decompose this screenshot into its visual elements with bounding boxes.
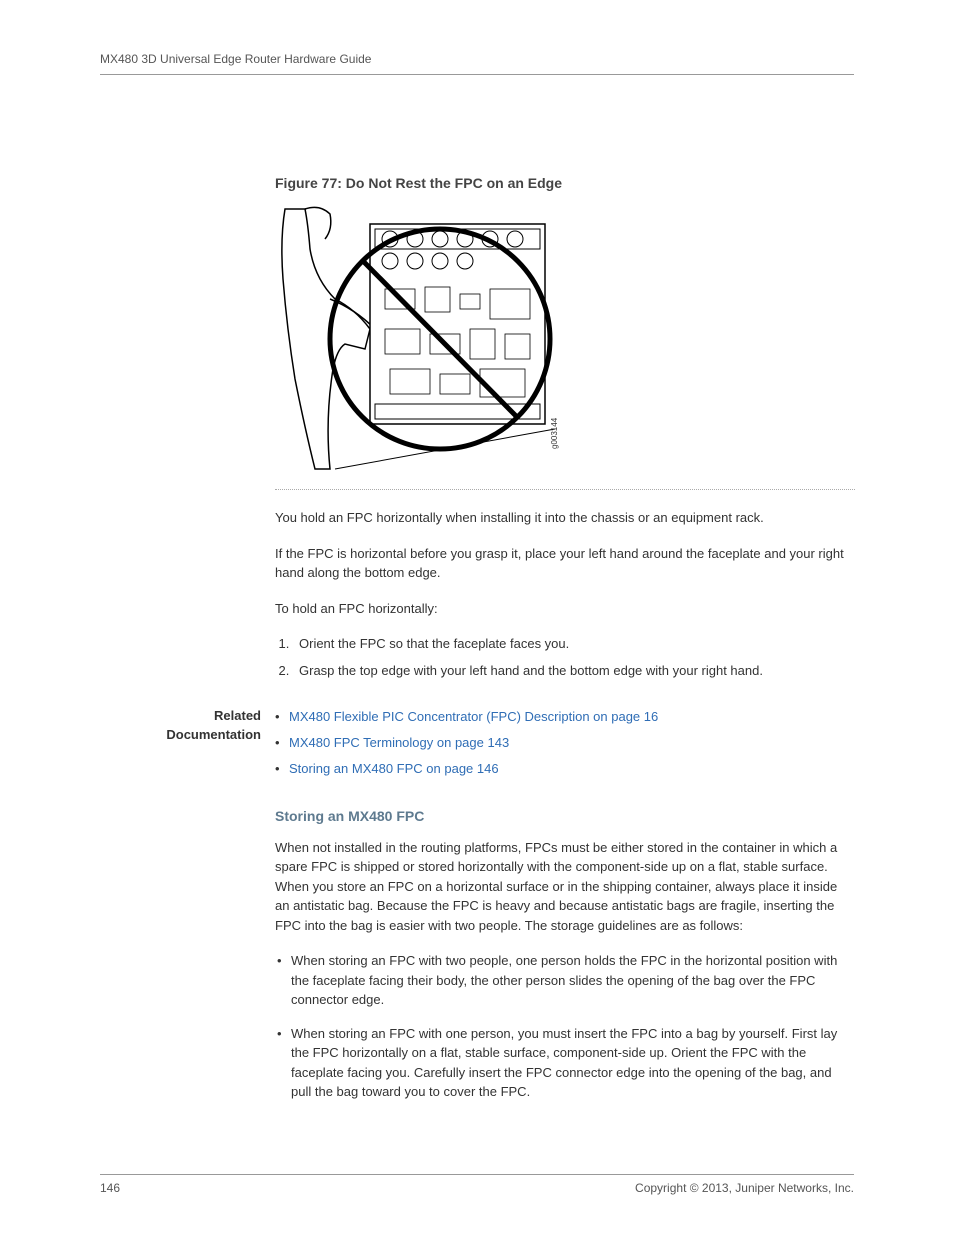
paragraph-3: To hold an FPC horizontally: [275,599,850,619]
related-item: MX480 FPC Terminology on page 143 [275,732,658,754]
step-item: Grasp the top edge with your left hand a… [293,661,854,682]
steps-list: Orient the FPC so that the faceplate fac… [275,634,854,682]
related-documentation: Related Documentation MX480 Flexible PIC… [275,706,854,784]
related-item: Storing an MX480 FPC on page 146 [275,758,658,780]
main-content: Figure 77: Do Not Rest the FPC on an Edg… [275,175,854,1102]
paragraph-1: You hold an FPC horizontally when instal… [275,508,850,528]
section-heading: Storing an MX480 FPC [275,808,854,824]
guideline-item: When storing an FPC with two people, one… [275,951,850,1010]
page-header: MX480 3D Universal Edge Router Hardware … [100,50,854,75]
page-footer: 146 Copyright © 2013, Juniper Networks, … [100,1174,854,1195]
related-label-line1: Related [214,708,261,723]
related-link[interactable]: MX480 FPC Terminology on page 143 [289,735,509,750]
page-number: 146 [100,1181,120,1195]
guidelines-list: When storing an FPC with two people, one… [275,951,850,1102]
section-intro: When not installed in the routing platfo… [275,838,850,936]
related-list: MX480 Flexible PIC Concentrator (FPC) De… [275,706,658,784]
related-label: Related Documentation [100,706,275,784]
related-link[interactable]: MX480 Flexible PIC Concentrator (FPC) De… [289,709,658,724]
guideline-item: When storing an FPC with one person, you… [275,1024,850,1102]
step-item: Orient the FPC so that the faceplate fac… [293,634,854,655]
figure-image-id: g003144 [550,417,559,449]
paragraph-2: If the FPC is horizontal before you gras… [275,544,850,583]
figure-rule [275,489,855,490]
related-link[interactable]: Storing an MX480 FPC on page 146 [289,761,499,776]
figure-caption: Figure 77: Do Not Rest the FPC on an Edg… [275,175,854,191]
header-title: MX480 3D Universal Edge Router Hardware … [100,52,371,66]
related-label-line2: Documentation [166,727,261,742]
copyright-text: Copyright © 2013, Juniper Networks, Inc. [635,1181,854,1195]
do-not-rest-fpc-diagram: g003144 [275,199,565,479]
figure-illustration: g003144 [275,199,565,479]
related-item: MX480 Flexible PIC Concentrator (FPC) De… [275,706,658,728]
